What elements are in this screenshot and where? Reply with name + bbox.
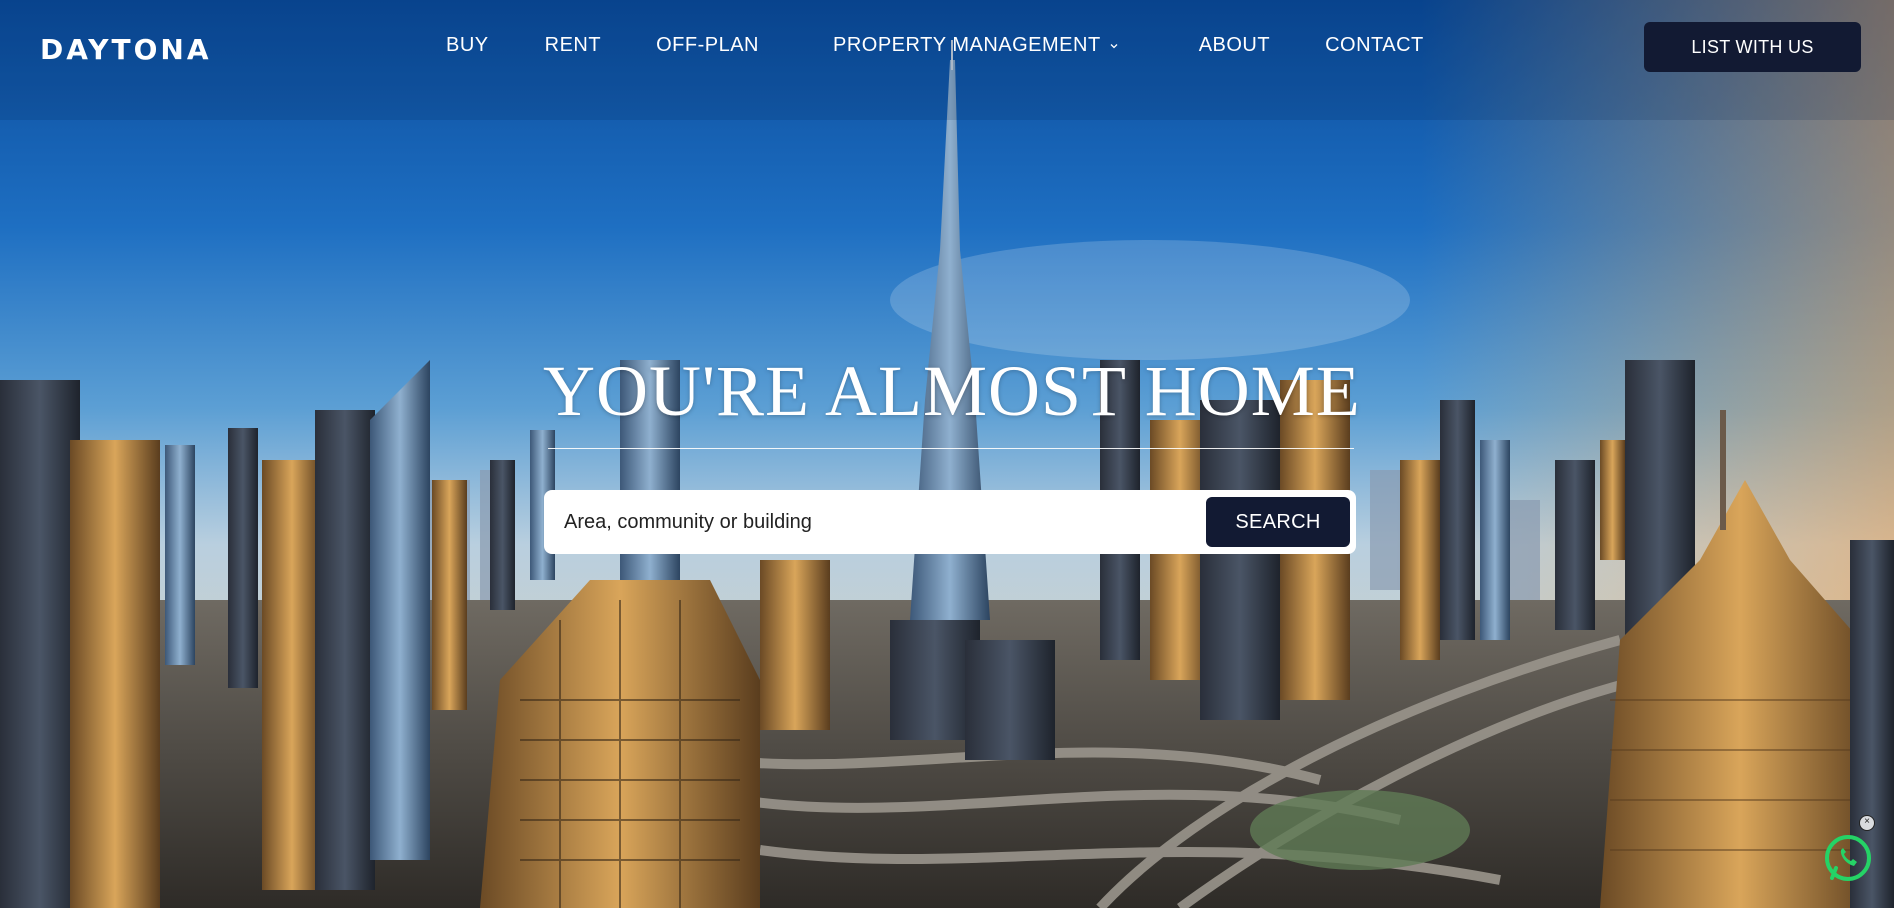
search-bar: SEARCH <box>544 490 1356 554</box>
hero-headline: YOU'RE ALMOST HOME <box>543 351 1361 431</box>
close-icon[interactable]: × <box>1859 815 1875 831</box>
nav-item-rent[interactable]: RENT <box>545 34 601 57</box>
search-button[interactable]: SEARCH <box>1206 497 1350 547</box>
hero-background <box>0 0 1894 908</box>
nav-item-property-management-label: PROPERTY MANAGEMENT <box>832 34 1101 56</box>
main-menu: BUY RENT OFF-PLAN PROPERTY MANAGEMENT AB… <box>446 34 1424 57</box>
nav-item-off-plan[interactable]: OFF-PLAN <box>656 34 759 57</box>
list-with-us-button[interactable]: LIST WITH US <box>1644 22 1861 72</box>
search-input[interactable] <box>544 490 1206 554</box>
city-skyline-image <box>0 0 1894 908</box>
nav-item-contact[interactable]: CONTACT <box>1325 34 1424 57</box>
nav-item-property-management[interactable]: PROPERTY MANAGEMENT <box>833 34 1119 57</box>
nav-item-buy[interactable]: BUY <box>446 34 489 57</box>
headline-divider <box>548 448 1354 449</box>
top-navigation: DAYTONA BUY RENT OFF-PLAN PROPERTY MANAG… <box>0 0 1894 94</box>
daytona-logo[interactable]: DAYTONA <box>40 33 212 66</box>
nav-item-about[interactable]: ABOUT <box>1199 34 1270 57</box>
chevron-down-icon <box>1110 43 1118 48</box>
whatsapp-icon[interactable] <box>1822 832 1874 884</box>
